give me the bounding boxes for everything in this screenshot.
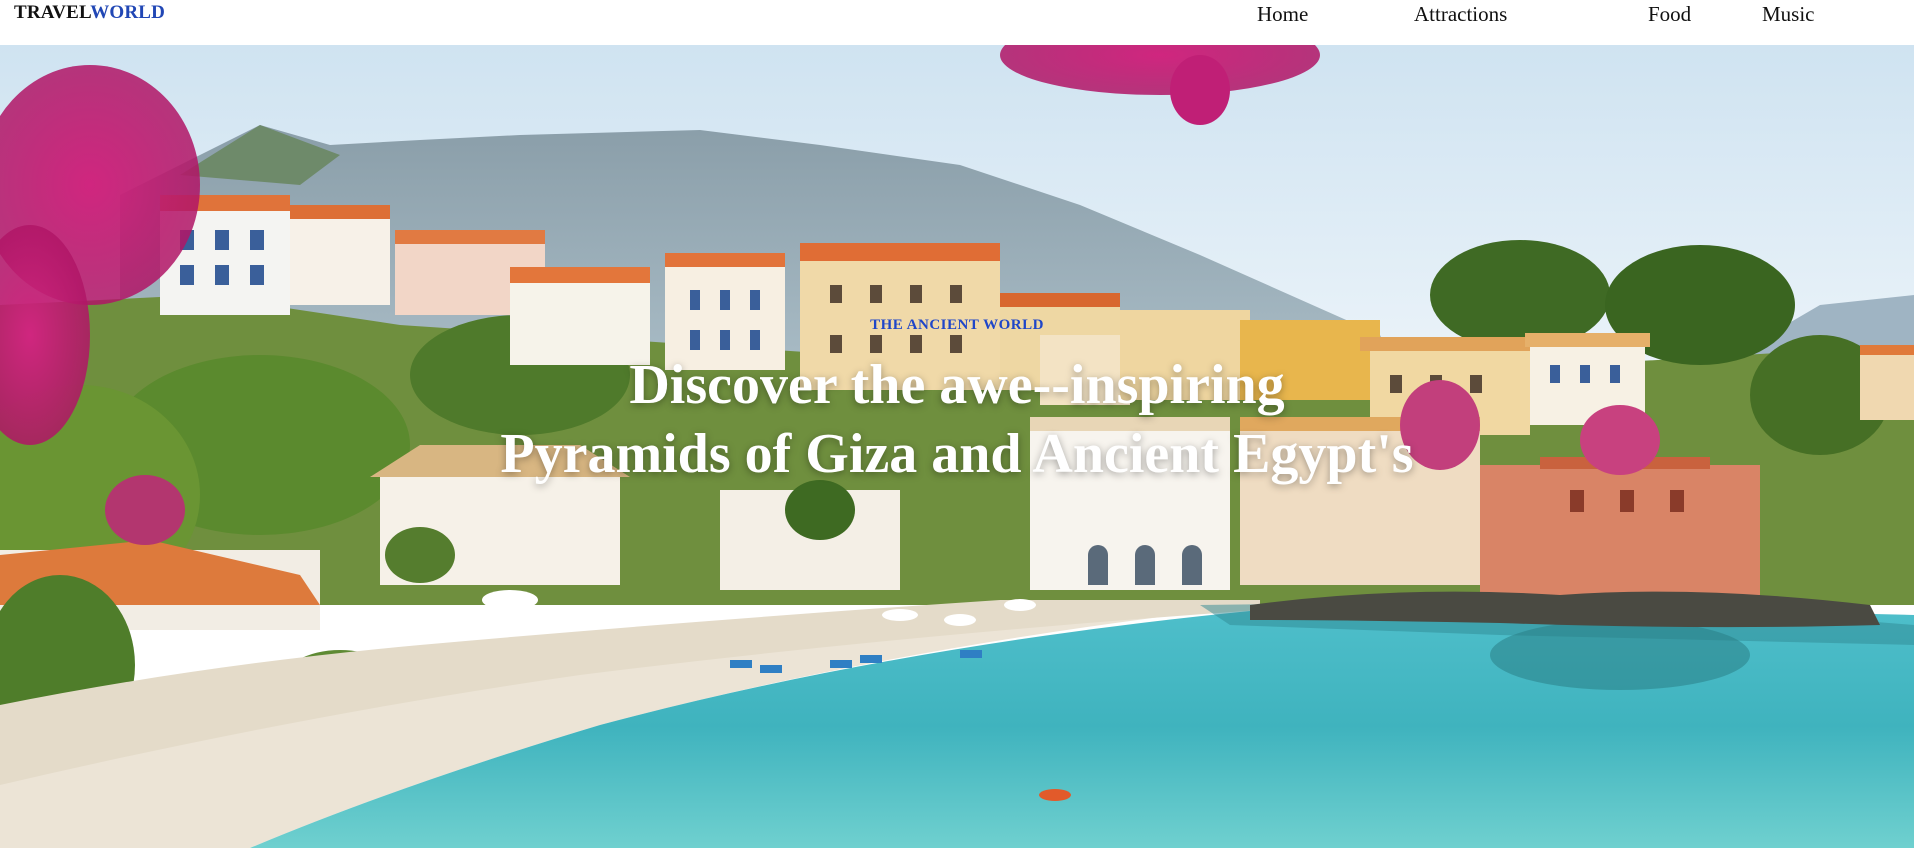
hero-section: THE ANCIENT WORLD Discover the awe--insp… [0, 45, 1914, 848]
hero-headline-line2: Pyramids of Giza and Ancient Egypt's [500, 423, 1414, 485]
nav-links: Home Attractions Food Music [0, 2, 1914, 32]
top-navbar: TRAVELWORLD Home Attractions Food Music [0, 0, 1914, 45]
hero-eyebrow: THE ANCIENT WORLD [870, 317, 1044, 333]
hero-headline: Discover the awe--inspiring Pyramids of … [0, 351, 1914, 489]
nav-link-attractions[interactable]: Attractions [1414, 2, 1507, 27]
nav-link-food[interactable]: Food [1648, 2, 1691, 27]
hero-headline-line1: Discover the awe--inspiring [629, 354, 1285, 416]
nav-link-music[interactable]: Music [1762, 2, 1815, 27]
nav-link-home[interactable]: Home [1257, 2, 1308, 27]
